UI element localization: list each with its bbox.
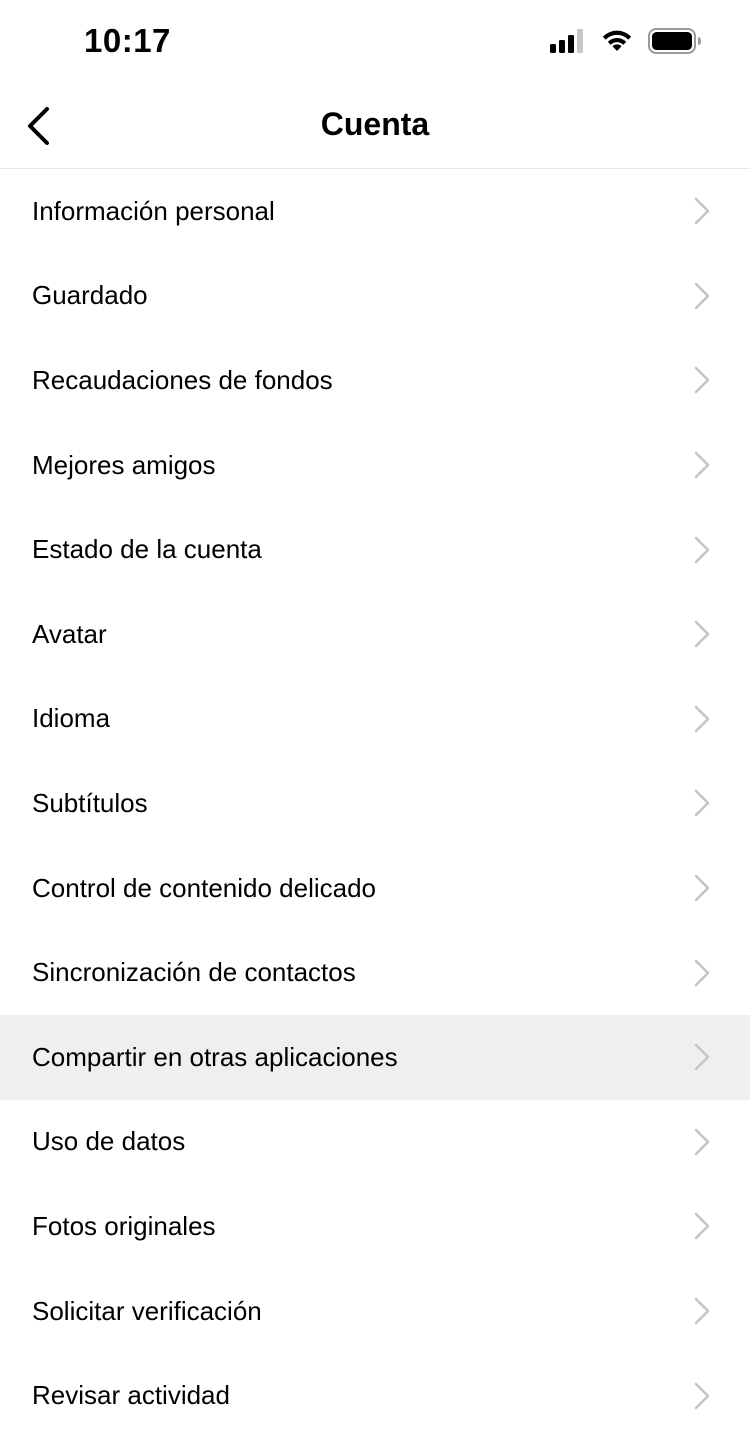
status-time: 10:17 — [84, 22, 171, 59]
chevron-right-icon — [694, 1297, 710, 1325]
chevron-right-icon — [694, 874, 710, 902]
menu-item[interactable]: Compartir en otras aplicaciones — [0, 1014, 750, 1100]
chevron-right-icon — [694, 282, 710, 310]
menu-item[interactable]: Revisar actividad — [0, 1353, 750, 1438]
menu-item-label: Fotos originales — [32, 1210, 216, 1241]
menu-item[interactable]: Idioma — [0, 677, 750, 762]
menu-item-label: Sincronización de contactos — [32, 957, 356, 988]
chevron-right-icon — [694, 790, 710, 817]
menu-item[interactable]: Recaudaciones de fondos — [0, 338, 750, 423]
menu-item[interactable]: Mejores amigos — [0, 423, 750, 508]
page-title: Cuenta — [320, 106, 430, 142]
chevron-right-icon — [694, 705, 710, 733]
menu-item[interactable]: Guardado — [0, 254, 750, 339]
chevron-right-icon — [694, 536, 710, 563]
chevron-right-icon — [694, 1128, 710, 1156]
menu-item[interactable]: Solicitar verificación — [0, 1269, 750, 1354]
menu-item[interactable]: Uso de datos — [0, 1100, 750, 1185]
menu-item-label: Idioma — [32, 703, 111, 734]
menu-item[interactable]: Información personal — [0, 169, 750, 254]
chevron-right-icon — [694, 198, 710, 225]
battery-icon — [648, 28, 701, 54]
menu-item-label: Recaudaciones de fondos — [32, 364, 333, 395]
nav-bar: Cuenta — [0, 86, 750, 169]
menu-item-label: Revisar actividad — [32, 1380, 230, 1411]
status-bar: 10:17 — [0, 0, 750, 86]
status-icons — [550, 28, 702, 54]
menu-item-label: Avatar — [32, 618, 107, 649]
chevron-right-icon — [694, 1043, 710, 1071]
menu-item-label: Subtítulos — [32, 787, 148, 818]
chevron-right-icon — [694, 1213, 710, 1240]
chevron-right-icon — [694, 621, 710, 648]
menu-item-label: Compartir en otras aplicaciones — [32, 1041, 398, 1072]
wifi-icon — [602, 30, 632, 51]
menu-item[interactable]: Avatar — [0, 592, 750, 677]
menu-item[interactable]: Estado de la cuenta — [0, 507, 750, 592]
menu-item[interactable]: Fotos originales — [0, 1184, 750, 1269]
menu-item-label: Control de contenido delicado — [32, 872, 377, 903]
settings-menu-list: Información personal Guardado Recaudacione… — [0, 169, 750, 1438]
menu-item-label: Solicitar verificación — [32, 1295, 262, 1326]
menu-item-label: Estado de la cuenta — [32, 534, 262, 565]
chevron-right-icon — [694, 451, 710, 479]
menu-item[interactable]: Control de contenido delicado — [0, 846, 750, 931]
chevron-right-icon — [694, 959, 710, 986]
menu-item-label: Guardado — [32, 280, 148, 311]
menu-item-label: Mejores amigos — [32, 449, 216, 480]
menu-item[interactable]: Sincronización de contactos — [0, 930, 750, 1015]
menu-item-label: Uso de datos — [32, 1126, 186, 1157]
menu-item[interactable]: Subtítulos — [0, 761, 750, 846]
chevron-right-icon — [694, 367, 710, 394]
chevron-right-icon — [694, 1382, 710, 1409]
signal-icon — [550, 29, 583, 53]
menu-item-label: Información personal — [32, 195, 275, 226]
